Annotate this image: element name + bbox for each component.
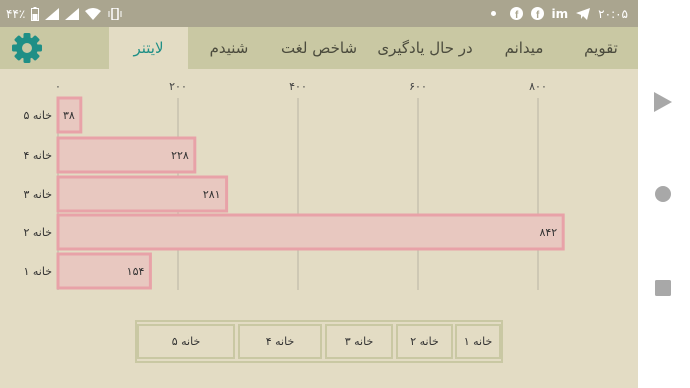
category-label: خانه ۵ <box>23 109 52 122</box>
wifi-icon <box>85 7 102 20</box>
legend-item[interactable]: خانه ۳ <box>325 324 393 359</box>
bar-value-label: ۱۵۴ <box>127 265 145 278</box>
bar-value-label: ۸۴۲ <box>539 226 557 239</box>
tab-learning[interactable]: در حال یادگیری <box>368 27 482 69</box>
bar-value-label: ۲۸۱ <box>203 188 221 201</box>
status-bar: ۴۴٪ f f im ۲۰:۰۵ <box>0 0 638 27</box>
gear-icon[interactable] <box>10 31 44 65</box>
x-tick-label: ۰ <box>55 80 61 93</box>
battery-percent: ۴۴٪ <box>6 6 26 21</box>
facebook-icon-2: f <box>530 7 544 20</box>
signal-icon-2 <box>65 7 80 20</box>
tab-known[interactable]: میدانم <box>483 27 565 69</box>
x-tick-label: ۸۰۰ <box>529 80 547 93</box>
dot-icon <box>490 11 496 16</box>
telegram-icon <box>576 7 591 20</box>
bar-chart: ۰ ۲۰۰ ۴۰۰ ۶۰۰ ۸۰۰ ۱۵۴ خانه ۱ ۸۴۲ خانه ۲ ۲۸۱ خانه ۳… <box>23 80 565 290</box>
legend-item[interactable]: خانه ۱ <box>455 324 501 359</box>
x-tick-label: ۶۰۰ <box>409 80 427 93</box>
category-label: خانه ۲ <box>23 226 52 239</box>
clock: ۲۰:۰۵ <box>598 6 628 21</box>
tab-bar: تقویم میدانم در حال یادگیری شاخص لغت شنی… <box>0 27 638 69</box>
status-left: ۴۴٪ <box>6 0 123 27</box>
legend-item[interactable]: خانه ۲ <box>396 324 453 359</box>
x-tick-label: ۲۰۰ <box>169 80 187 93</box>
android-nav-bar <box>638 0 690 388</box>
bar <box>56 213 565 251</box>
bar-value-label: ۳۸ <box>63 109 75 122</box>
legend-item[interactable]: خانه ۵ <box>137 324 235 359</box>
bar-value-label: ۲۲۸ <box>171 149 189 162</box>
vibrate-icon <box>108 7 122 20</box>
legend-item[interactable]: خانه ۴ <box>238 324 322 359</box>
battery-icon <box>31 6 40 21</box>
im-notification: im <box>551 6 569 21</box>
status-right: f f im ۲۰:۰۵ <box>490 0 628 27</box>
facebook-icon: f <box>509 7 523 20</box>
x-tick-label: ۴۰۰ <box>289 80 307 93</box>
chart-legend: خانه ۱ خانه ۲ خانه ۳ خانه ۴ خانه ۵ <box>135 320 503 363</box>
tab-calendar[interactable]: تقویم <box>565 27 637 69</box>
category-label: خانه ۱ <box>23 265 52 278</box>
app-screen: ۴۴٪ f f im ۲۰:۰۵ تقویم میدانم در حال یاد… <box>0 0 638 388</box>
bar <box>56 175 229 213</box>
circle-home-icon[interactable] <box>652 184 674 204</box>
tab-word-index[interactable]: شاخص لغت <box>271 27 367 69</box>
category-label: خانه ۴ <box>23 149 52 162</box>
square-recents-icon[interactable] <box>652 278 674 298</box>
tab-heard[interactable]: شنیدم <box>188 27 270 69</box>
signal-icon <box>45 7 60 20</box>
category-label: خانه ۳ <box>23 188 52 201</box>
triangle-back-icon[interactable] <box>652 92 674 112</box>
tab-leitner[interactable]: لایتنر <box>109 27 188 69</box>
